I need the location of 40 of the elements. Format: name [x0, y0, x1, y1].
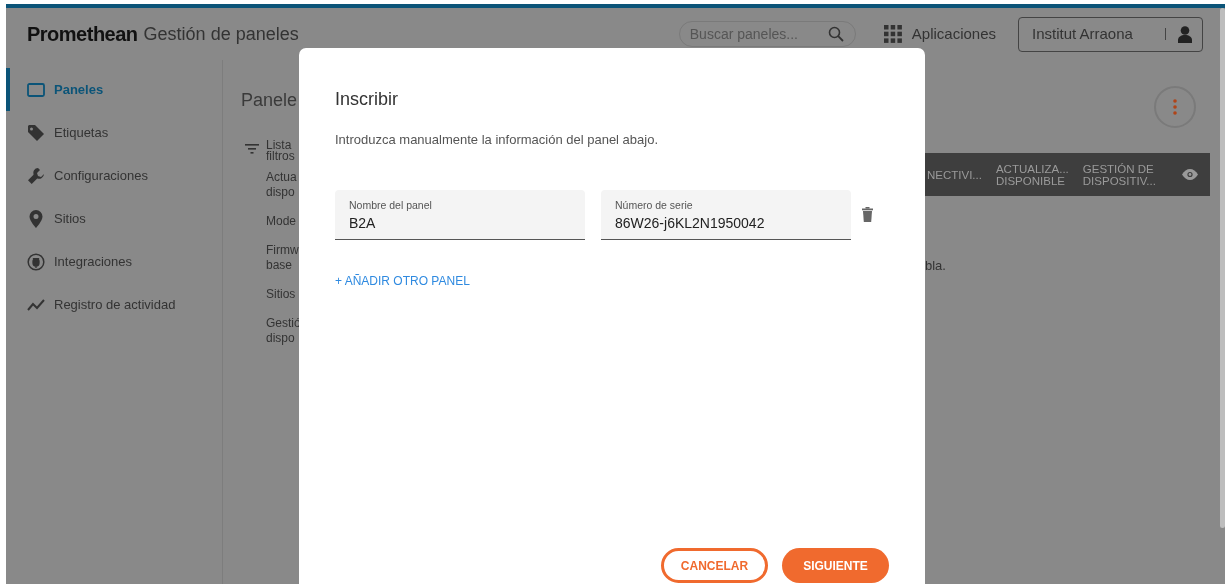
scrollbar[interactable] — [1220, 8, 1225, 528]
add-panel-link[interactable]: + AÑADIR OTRO PANEL — [335, 273, 470, 288]
search-icon — [827, 26, 844, 42]
tag-icon — [27, 123, 45, 142]
app-title: Gestión de paneles — [143, 22, 299, 46]
page-title: Panele — [241, 89, 298, 112]
eye-icon — [1182, 169, 1198, 180]
sidebar-item[interactable]: Configuraciones — [6, 154, 222, 197]
plug-icon — [27, 252, 45, 271]
apps-button[interactable]: Aplicaciones — [883, 22, 996, 46]
column-header[interactable]: GESTIÓN DE DISPOSITIV... — [1082, 162, 1156, 187]
trend-line-icon — [27, 298, 45, 311]
column-header[interactable]: NECTIVI... — [927, 168, 982, 181]
trash-icon — [861, 207, 873, 222]
sidebar-item[interactable]: Registro de actividad — [6, 283, 222, 326]
next-button[interactable]: SIGUIENTE — [782, 548, 889, 583]
user-icon — [1178, 25, 1192, 43]
sidebar-item[interactable]: Sitios — [6, 197, 222, 240]
delete-button[interactable] — [861, 206, 873, 223]
more-options-button[interactable] — [1154, 86, 1196, 128]
screen-icon — [27, 82, 45, 97]
kebab-icon — [1173, 99, 1177, 115]
empty-message: bla. — [925, 257, 946, 275]
location-pin-icon — [29, 209, 43, 228]
field-label: Número de serie — [615, 197, 693, 213]
sidebar-item[interactable]: Integraciones — [6, 240, 222, 283]
dialog-description: Introduzca manualmente la información del panel abajo. — [335, 131, 660, 149]
field-label: Nombre del panel — [349, 197, 432, 213]
filter-icon — [245, 144, 259, 154]
account-button[interactable]: Institut Arraona — [1018, 16, 1203, 52]
logo: Promethean — [27, 22, 138, 47]
column-header[interactable]: ACTUALIZA... DISPONIBLE — [995, 162, 1069, 187]
sidebar-item[interactable]: Paneles — [6, 68, 222, 111]
filter-list-title: Lista filtros — [266, 140, 295, 162]
cancel-button[interactable]: CANCELAR — [661, 548, 768, 583]
account-name: Institut Arraona — [1032, 23, 1133, 44]
wrench-icon — [27, 166, 45, 185]
dialog-title: Inscribir — [335, 88, 399, 111]
grid-icon — [883, 25, 902, 43]
sidebar-item[interactable]: Etiquetas — [6, 111, 222, 154]
